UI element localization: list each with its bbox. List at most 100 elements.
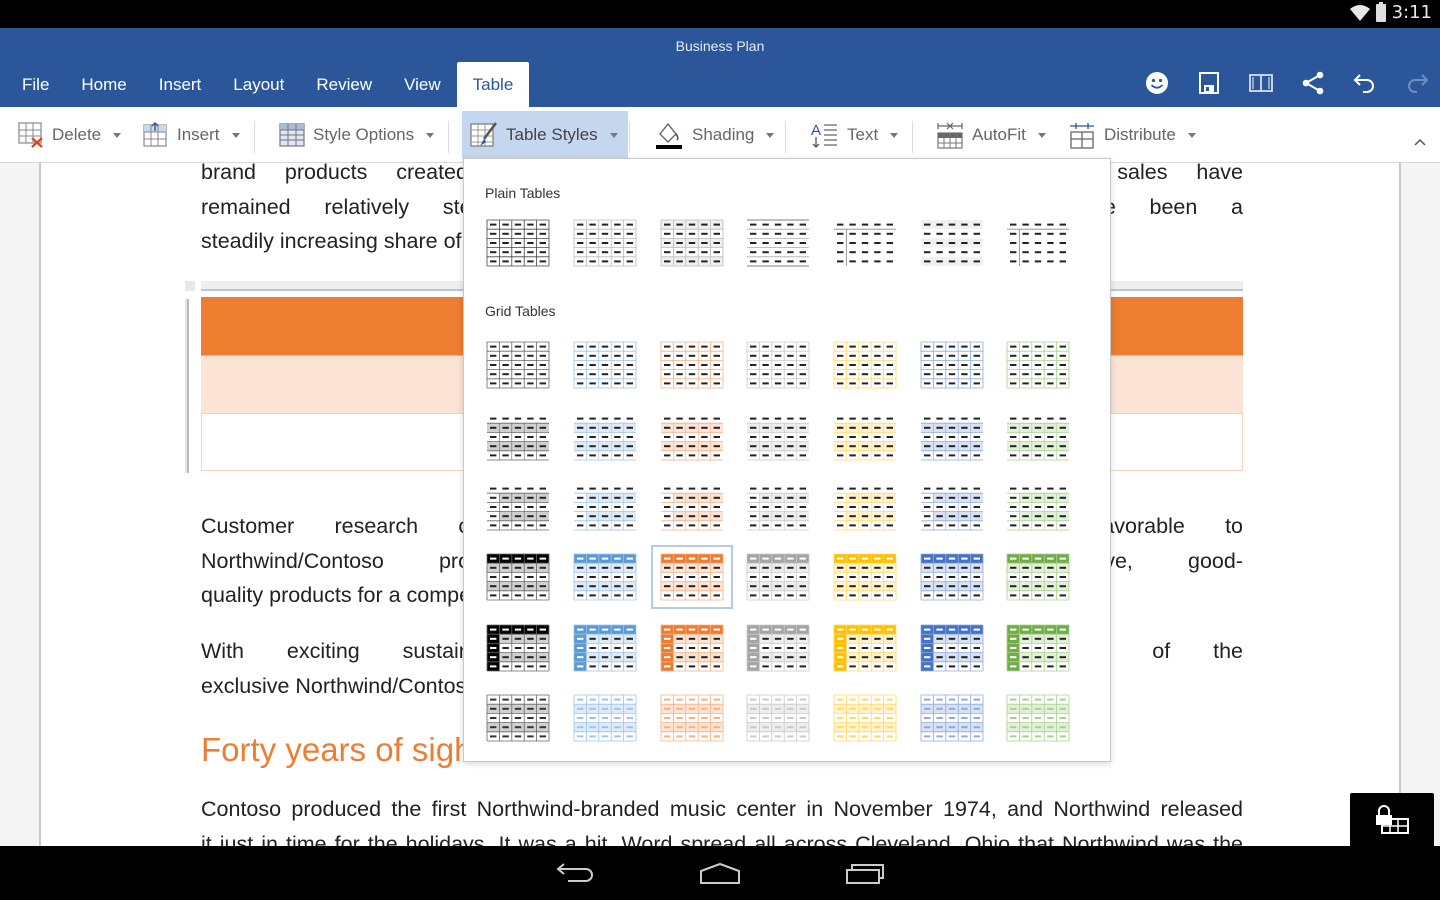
grid-table-style[interactable] — [738, 546, 818, 608]
grid-table-style[interactable] — [652, 406, 732, 468]
save-button[interactable] — [1194, 66, 1224, 100]
recent-apps-button[interactable] — [835, 856, 895, 890]
grid-table-style[interactable] — [565, 406, 645, 468]
grid-table-style[interactable] — [652, 687, 732, 749]
distribute-button[interactable]: Distribute — [1060, 111, 1204, 159]
grid-table-style[interactable] — [652, 617, 732, 679]
grid-table-style[interactable] — [478, 617, 558, 679]
tab-table[interactable]: Table — [456, 62, 530, 107]
table-styles-button[interactable]: Table Styles — [462, 111, 628, 159]
autofit-icon — [937, 122, 963, 149]
grid-table-style[interactable] — [565, 617, 645, 679]
grid-table-style[interactable] — [998, 406, 1078, 468]
svg-text:A: A — [811, 122, 821, 139]
grid-table-style[interactable] — [825, 406, 905, 468]
plain-table-style[interactable] — [912, 212, 992, 274]
tab-insert[interactable]: Insert — [143, 62, 218, 107]
grid-table-style[interactable] — [912, 476, 992, 538]
table-style-preview-icon — [486, 694, 550, 742]
grid-table-style[interactable] — [652, 476, 732, 538]
ribbon-separator — [785, 121, 786, 153]
grid-table-style[interactable] — [738, 687, 818, 749]
share-button[interactable] — [1298, 66, 1328, 100]
grid-table-style[interactable] — [825, 476, 905, 538]
chevron-down-icon — [113, 132, 122, 138]
table-style-preview-icon — [747, 219, 809, 267]
autofit-label: AutoFit — [972, 125, 1026, 144]
table-styles-gallery: Plain Tables Grid Tables — [463, 158, 1111, 762]
grid-table-style[interactable] — [998, 687, 1078, 749]
grid-table-style[interactable] — [478, 476, 558, 538]
plain-table-style[interactable] — [565, 212, 645, 274]
table-style-preview-icon — [1006, 553, 1070, 601]
grid-table-style[interactable] — [478, 687, 558, 749]
grid-table-style[interactable] — [825, 334, 905, 396]
grid-table-style[interactable] — [998, 334, 1078, 396]
text-direction-icon: A — [811, 122, 837, 148]
grid-table-style[interactable] — [912, 617, 992, 679]
feedback-button[interactable] — [1142, 66, 1172, 100]
grid-table-style[interactable] — [912, 687, 992, 749]
grid-table-style[interactable] — [565, 476, 645, 538]
tab-home[interactable]: Home — [65, 62, 142, 107]
table-style-preview-icon — [660, 624, 724, 672]
autofit-button[interactable]: AutoFit — [928, 111, 1054, 159]
grid-table-style[interactable] — [738, 406, 818, 468]
grid-table-style[interactable] — [478, 546, 558, 608]
ribbon-separator — [629, 121, 630, 153]
table-move-handle[interactable] — [185, 281, 195, 291]
grid-table-style[interactable] — [651, 545, 733, 609]
status-bar: 3:11 — [0, 0, 1440, 28]
grid-table-style[interactable] — [478, 406, 558, 468]
grid-table-style[interactable] — [998, 476, 1078, 538]
tab-file[interactable]: File — [6, 62, 65, 107]
plain-table-style[interactable] — [478, 212, 558, 274]
grid-table-style[interactable] — [738, 334, 818, 396]
shading-label: Shading — [692, 125, 755, 144]
style-options-button[interactable]: Style Options — [271, 111, 442, 159]
grid-table-style[interactable] — [912, 406, 992, 468]
grid-table-style[interactable] — [998, 546, 1078, 608]
table-style-preview-icon — [920, 341, 984, 389]
delete-button[interactable]: Delete — [10, 111, 129, 159]
grid-table-style[interactable] — [998, 617, 1078, 679]
table-style-preview-icon — [920, 624, 984, 672]
tab-view[interactable]: View — [388, 62, 457, 107]
grid-table-style[interactable] — [912, 546, 992, 608]
grid-table-style[interactable] — [565, 687, 645, 749]
tab-layout[interactable]: Layout — [217, 62, 300, 107]
document-title: Business Plan — [675, 38, 765, 54]
back-button[interactable] — [546, 856, 606, 890]
insert-button[interactable]: Insert — [135, 111, 248, 159]
plain-table-style[interactable] — [652, 212, 732, 274]
grid-table-style[interactable] — [912, 334, 992, 396]
text-direction-button[interactable]: A Text — [803, 111, 906, 159]
grid-table-style[interactable] — [478, 334, 558, 396]
redo-button[interactable] — [1402, 66, 1432, 100]
grid-table-style[interactable] — [738, 476, 818, 538]
grid-table-style[interactable] — [738, 617, 818, 679]
read-mode-button[interactable] — [1246, 66, 1276, 100]
plain-table-style[interactable] — [738, 212, 818, 274]
undo-button[interactable] — [1350, 66, 1380, 100]
collapse-ribbon-button[interactable] — [1414, 133, 1426, 151]
table-style-preview-icon — [833, 341, 897, 389]
table-row-selector[interactable] — [185, 299, 189, 473]
grid-table-style[interactable] — [652, 334, 732, 396]
table-style-preview-icon — [487, 484, 549, 531]
grid-table-style[interactable] — [565, 334, 645, 396]
plain-table-style[interactable] — [998, 212, 1078, 274]
title-bar: Business Plan File Home Insert Layout Re… — [0, 28, 1440, 107]
grid-table-style[interactable] — [825, 546, 905, 608]
shading-button[interactable]: Shading — [646, 111, 782, 159]
keyboard-toggle-button[interactable] — [1350, 793, 1434, 846]
tab-review[interactable]: Review — [300, 62, 388, 107]
plain-table-style[interactable] — [825, 212, 905, 274]
grid-table-style[interactable] — [825, 687, 905, 749]
grid-table-style[interactable] — [565, 546, 645, 608]
ribbon-separator — [448, 121, 449, 153]
shading-icon — [656, 122, 682, 149]
grid-table-style[interactable] — [825, 617, 905, 679]
table-style-preview-icon — [833, 624, 897, 672]
home-button[interactable] — [690, 856, 750, 890]
